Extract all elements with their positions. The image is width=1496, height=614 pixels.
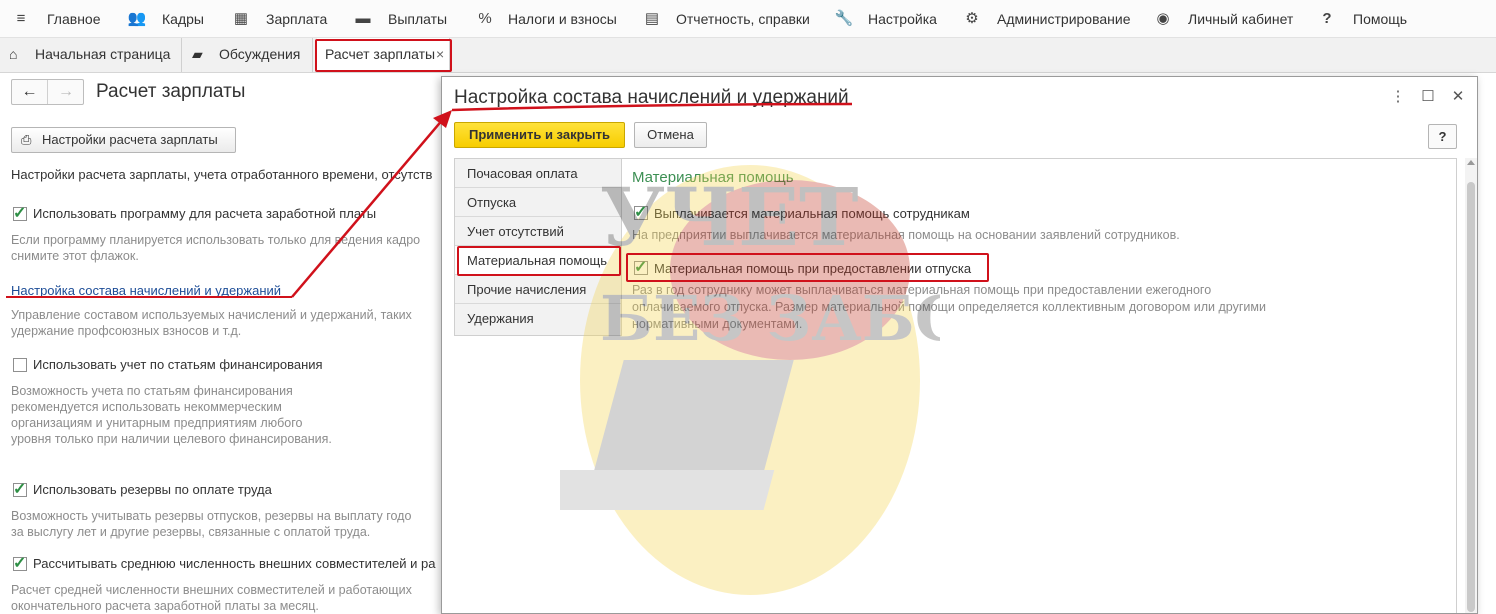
tab-bar: ⌂ Начальная страница ▰ Обсуждения Расчет… bbox=[0, 38, 1496, 73]
menu-item-payments[interactable]: ▬ Выплаты bbox=[352, 0, 452, 38]
more-icon[interactable]: ⋮ bbox=[1389, 87, 1407, 107]
menu-item-admin[interactable]: ⚙ Администрирование bbox=[961, 0, 1131, 38]
material-aid-label: Выплачивается материальная помощь сотруд… bbox=[654, 206, 970, 221]
chat-icon: ▰ bbox=[192, 46, 203, 62]
printer-icon: ⎙ bbox=[21, 132, 32, 147]
use-program-note-1: Если программу планируется использовать … bbox=[11, 233, 421, 247]
reports-icon: ▤ bbox=[644, 10, 660, 27]
vacation-aid-note-2: оплачиваемого отпуска. Размер материальн… bbox=[632, 300, 1266, 314]
vacation-aid-label: Материальная помощь при предоставлении о… bbox=[654, 261, 972, 276]
vacation-aid-note-3: нормативными документами. bbox=[632, 317, 803, 331]
accruals-note-2: удержание профсоюзных взносов и т.д. bbox=[11, 324, 242, 338]
vacation-aid-note-1: Раз в год сотруднику может выплачиваться… bbox=[632, 283, 1212, 297]
section-hourly-pay[interactable]: Почасовая оплата bbox=[455, 159, 621, 188]
percent-icon: % bbox=[478, 10, 492, 27]
checkmark-icon: ✓ bbox=[13, 555, 27, 572]
home-icon: ⌂ bbox=[9, 46, 18, 62]
section-list: Почасовая оплата Отпуска Учет отсутствий… bbox=[454, 158, 622, 336]
dialog-title: Настройка состава начислений и удержаний bbox=[454, 87, 849, 108]
menu-item-cabinet[interactable]: ◉ Личный кабинет bbox=[1152, 0, 1302, 38]
financing-note-1: Возможность учета по статьям финансирова… bbox=[11, 384, 293, 398]
tab-home[interactable]: ⌂ Начальная страница bbox=[0, 38, 182, 72]
section-deductions[interactable]: Удержания bbox=[455, 304, 621, 333]
use-program-checkbox[interactable]: ✓ bbox=[13, 205, 27, 222]
financing-note-4: уровня только при наличии целевого финан… bbox=[11, 432, 332, 446]
checkmark-icon: ✓ bbox=[634, 204, 648, 221]
close-icon[interactable]: × bbox=[436, 38, 444, 71]
content-scrollbar[interactable] bbox=[1465, 158, 1477, 613]
average-headcount-note-2: окончательного расчета заработной платы … bbox=[11, 599, 319, 613]
back-button[interactable]: ← bbox=[12, 80, 48, 104]
financing-label: Использовать учет по статьям финансирова… bbox=[33, 357, 323, 372]
scroll-thumb[interactable] bbox=[1467, 182, 1475, 612]
menu-item-reports[interactable]: ▤ Отчетность, справки bbox=[641, 0, 821, 38]
tab-discussions[interactable]: ▰ Обсуждения bbox=[182, 38, 313, 72]
average-headcount-note-1: Расчет средней численности внешних совме… bbox=[11, 583, 412, 597]
reserves-note-2: за выслугу лет и другие резервы, связанн… bbox=[11, 525, 371, 539]
checkmark-icon: ✓ bbox=[13, 481, 27, 498]
average-headcount-checkbox[interactable]: ✓ bbox=[13, 555, 27, 572]
accruals-settings-dialog: Настройка состава начислений и удержаний… bbox=[441, 76, 1478, 614]
reserves-note-1: Возможность учитывать резервы отпусков, … bbox=[11, 509, 412, 523]
calculator-icon: ▦ bbox=[233, 10, 249, 27]
use-program-label: Использовать программу для расчета зараб… bbox=[33, 206, 377, 221]
use-program-note-2: снимите этот флажок. bbox=[11, 249, 139, 263]
top-menu: ≡ Главное 👥 Кадры ▦ Зарплата ▬ Выплаты %… bbox=[0, 0, 1496, 38]
page-title: Расчет зарплаты bbox=[96, 81, 246, 102]
forward-button[interactable]: → bbox=[48, 80, 84, 104]
accruals-settings-link[interactable]: Настройка состава начислений и удержаний bbox=[11, 283, 281, 298]
apply-and-close-button[interactable]: Применить и закрыть bbox=[454, 122, 625, 148]
cancel-button[interactable]: Отмена bbox=[634, 122, 707, 148]
tab-salary-calc[interactable]: Расчет зарплаты × bbox=[317, 38, 450, 72]
menu-item-settings[interactable]: 🔧 Настройка bbox=[833, 0, 943, 38]
section-other-accruals[interactable]: Прочие начисления bbox=[455, 275, 621, 304]
material-aid-checkbox[interactable]: ✓ bbox=[634, 204, 648, 221]
reserves-label: Использовать резервы по оплате труда bbox=[33, 482, 272, 497]
material-aid-note: На предприятии выплачивается материальна… bbox=[632, 228, 1180, 242]
menu-item-main[interactable]: ≡ Главное bbox=[10, 0, 110, 38]
intro-text: Настройки расчета зарплаты, учета отрабо… bbox=[11, 167, 433, 182]
question-icon: ? bbox=[1322, 10, 1332, 27]
scroll-up-icon[interactable] bbox=[1467, 160, 1475, 165]
wrench-icon: 🔧 bbox=[834, 10, 854, 27]
salary-settings-button[interactable]: ⎙ Настройки расчета зарплаты bbox=[11, 127, 236, 153]
reserves-checkbox[interactable]: ✓ bbox=[13, 481, 27, 498]
financing-checkbox[interactable]: ✓ bbox=[13, 358, 27, 372]
gear-icon: ⚙ bbox=[965, 10, 979, 27]
vacation-aid-checkbox[interactable]: ✓ bbox=[634, 259, 648, 276]
hamburger-icon: ≡ bbox=[16, 10, 26, 27]
financing-note-3: организациям и унитарным предприятиям лю… bbox=[11, 416, 303, 430]
checkmark-icon: ✓ bbox=[13, 205, 27, 222]
section-material-aid[interactable]: Материальная помощь bbox=[455, 246, 621, 275]
average-headcount-label: Рассчитывать среднюю численность внешних… bbox=[33, 556, 436, 571]
people-icon: 👥 bbox=[127, 10, 147, 27]
menu-item-help[interactable]: ? Помощь bbox=[1316, 0, 1426, 38]
close-icon[interactable]: ✕ bbox=[1449, 87, 1467, 107]
accruals-note-1: Управление составом используемых начисле… bbox=[11, 308, 412, 322]
group-title: Материальная помощь bbox=[632, 169, 794, 186]
maximize-icon[interactable]: ☐ bbox=[1419, 87, 1437, 107]
section-vacations[interactable]: Отпуска bbox=[455, 188, 621, 217]
menu-item-taxes[interactable]: % Налоги и взносы bbox=[474, 0, 634, 38]
help-button[interactable]: ? bbox=[1428, 124, 1457, 149]
menu-item-salary[interactable]: ▦ Зарплата bbox=[230, 0, 340, 38]
nav-buttons: ← → bbox=[11, 79, 84, 105]
checkmark-icon: ✓ bbox=[634, 259, 648, 276]
financing-note-2: рекомендуется использовать некоммерчески… bbox=[11, 400, 282, 414]
section-absences[interactable]: Учет отсутствий bbox=[455, 217, 621, 246]
wallet-icon: ▬ bbox=[355, 10, 371, 27]
menu-item-hr[interactable]: 👥 Кадры bbox=[126, 0, 216, 38]
user-icon: ◉ bbox=[1156, 10, 1170, 27]
